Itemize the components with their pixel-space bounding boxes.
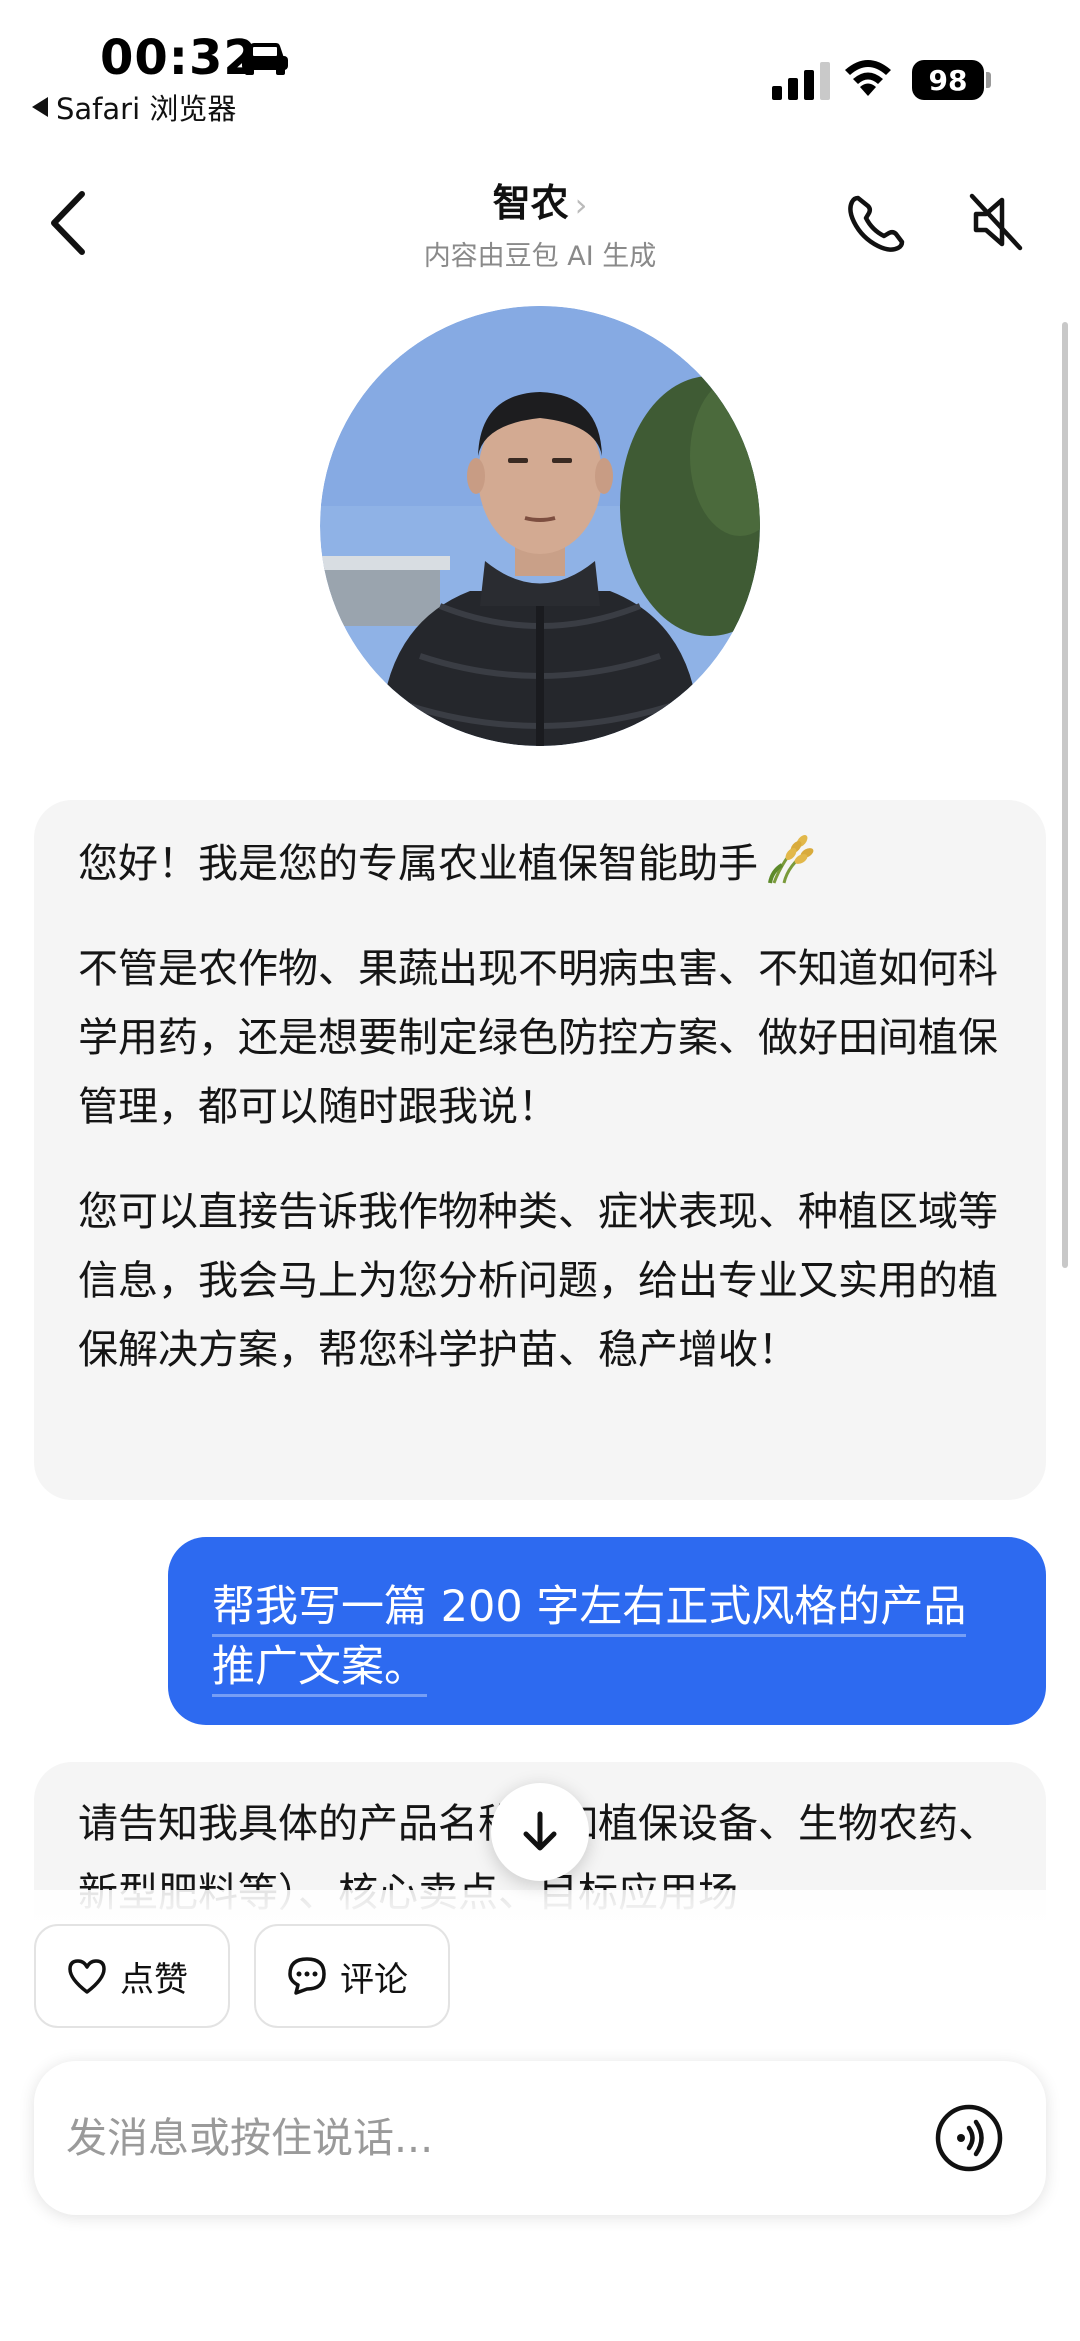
- voice-input-icon[interactable]: [934, 2103, 1004, 2173]
- message-input-bar: [34, 2061, 1046, 2215]
- back-app-label: Safari 浏览器: [56, 92, 237, 126]
- chat-title[interactable]: 智农 ›: [0, 172, 1080, 227]
- chat-title-text: 智农: [492, 181, 569, 225]
- ai-disclaimer: 内容由豆包 AI 生成: [423, 241, 657, 272]
- comment-label: 评论: [340, 1959, 408, 2000]
- assistant-avatar[interactable]: [320, 306, 760, 746]
- greeting-text: 您好！我是您的专属农业植保智能助手: [78, 841, 758, 887]
- wifi-icon: [845, 60, 891, 96]
- rice-emoji-icon: [768, 835, 814, 884]
- like-button[interactable]: 点赞: [34, 1924, 230, 2028]
- phone-call-icon[interactable]: [844, 192, 908, 256]
- battery-tip: [986, 72, 991, 88]
- user-message-text: 帮我写一篇 200 字左右正式风格的产品推广文案。: [212, 1582, 967, 1697]
- message-paragraph: 您好！我是您的专属农业植保智能助手: [78, 830, 1002, 899]
- scrollbar[interactable]: [1062, 322, 1068, 1268]
- scroll-to-bottom-button[interactable]: [491, 1783, 589, 1881]
- status-time: 00:32: [100, 30, 258, 86]
- speaker-muted-icon[interactable]: [966, 190, 1026, 254]
- message-paragraph: 您可以直接告诉我作物种类、症状表现、种植区域等信息，我会马上为您分析问题，给出专…: [78, 1189, 998, 1373]
- message-paragraph: 不管是农作物、果蔬出现不明病虫害、不知道如何科学用药，还是想要制定绿色防控方案、…: [78, 946, 998, 1130]
- cellular-signal-icon: [772, 62, 830, 100]
- comment-button[interactable]: 评论: [254, 1924, 450, 2028]
- back-triangle-icon: [32, 97, 48, 117]
- back-to-safari[interactable]: Safari 浏览器: [32, 86, 236, 128]
- title-chevron-icon: ›: [574, 186, 588, 224]
- user-message[interactable]: 帮我写一篇 200 字左右正式风格的产品推广文案。: [168, 1537, 1046, 1725]
- heart-icon: [68, 1959, 106, 1994]
- car-icon: [242, 43, 288, 75]
- assistant-message[interactable]: 您好！我是您的专属农业植保智能助手 不管是农作物、果蔬出现不明病虫害、不知道如何…: [34, 800, 1046, 1500]
- battery-indicator: 98: [912, 60, 984, 100]
- like-label: 点赞: [120, 1959, 188, 2000]
- arrow-down-icon: [523, 1811, 557, 1851]
- comment-bubble-icon: [288, 1957, 326, 1995]
- message-input[interactable]: [66, 2101, 886, 2175]
